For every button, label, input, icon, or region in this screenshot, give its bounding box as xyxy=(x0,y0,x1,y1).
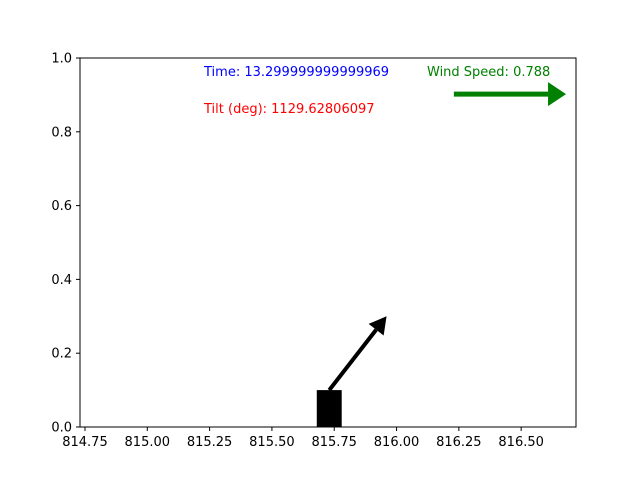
x-tick-label: 815.50 xyxy=(249,435,295,450)
x-tick-label: 815.00 xyxy=(125,435,171,450)
x-tick-label: 816.25 xyxy=(436,435,482,450)
x-tick-label: 814.75 xyxy=(62,435,108,450)
tilt-annotation: Tilt (deg): 1129.62806097 xyxy=(203,102,375,117)
y-tick-label: 0.4 xyxy=(51,273,72,288)
y-tick-label: 0.8 xyxy=(51,125,72,140)
time-annotation: Time: 13.299999999999969 xyxy=(203,65,389,80)
wind-speed-annotation: Wind Speed: 0.788 xyxy=(427,65,550,80)
y-tick-label: 1.0 xyxy=(51,52,72,67)
x-tick-label: 815.75 xyxy=(311,435,357,450)
x-tick-label: 816.50 xyxy=(498,435,544,450)
y-tick-label: 0.2 xyxy=(51,347,72,362)
x-tick-label: 815.25 xyxy=(187,435,233,450)
cart-box xyxy=(316,390,342,427)
y-tick-label: 0.0 xyxy=(51,421,72,436)
y-tick-label: 0.6 xyxy=(51,199,72,214)
cartpole-plot: 814.75 815.00 815.25 815.50 815.75 816.00 816.… xyxy=(0,0,640,480)
x-tick-label: 816.00 xyxy=(374,435,420,450)
